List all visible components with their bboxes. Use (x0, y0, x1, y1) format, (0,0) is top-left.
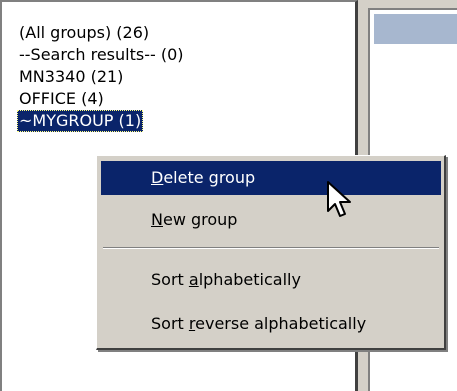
group-item-label: (All groups) (26) (19, 23, 150, 42)
group-item-label: OFFICE (4) (19, 89, 104, 108)
group-item-label-selected: ~MYGROUP (1) (17, 110, 144, 132)
accelerator-key: D (151, 168, 164, 187)
accelerator-key: N (151, 210, 163, 229)
menu-separator (103, 247, 439, 249)
app-window: (All groups) (26) --Search results-- (0)… (0, 0, 457, 391)
group-item-label: --Search results-- (0) (19, 45, 184, 64)
arrow-pointer-icon (327, 181, 351, 217)
group-list-item-mn3340[interactable]: MN3340 (21) (17, 66, 186, 88)
menu-item-delete-group[interactable]: Delete group (101, 161, 441, 195)
group-list-item-office[interactable]: OFFICE (4) (17, 88, 186, 110)
menu-item-sort-reverse-alphabetically[interactable]: Sort reverse alphabetically (101, 307, 441, 341)
group-list-item-search-results[interactable]: --Search results-- (0) (17, 44, 186, 66)
accelerator-key: a (188, 270, 199, 289)
group-context-menu: Delete group New group Sort alphabetical… (96, 155, 446, 350)
group-item-label: MN3340 (21) (19, 67, 124, 86)
group-list-item-all[interactable]: (All groups) (26) (17, 22, 186, 44)
menu-item-new-group[interactable]: New group (101, 203, 441, 237)
details-column-header[interactable] (374, 14, 457, 44)
group-list: (All groups) (26) --Search results-- (0)… (17, 22, 186, 132)
group-list-item-mygroup[interactable]: ~MYGROUP (1) (17, 110, 186, 132)
menu-item-sort-alphabetically[interactable]: Sort alphabetically (101, 263, 441, 297)
